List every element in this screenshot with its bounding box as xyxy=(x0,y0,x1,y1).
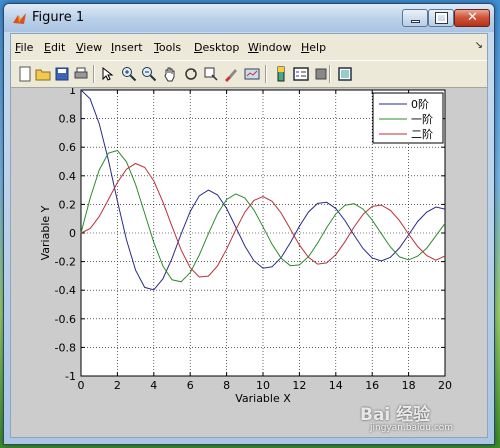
x-tick-label: 20 xyxy=(438,379,452,392)
figure-toolbar xyxy=(11,60,487,88)
y-tick-label: 0.6 xyxy=(59,141,77,154)
open-file-icon[interactable] xyxy=(35,66,51,82)
y-tick-label: 1 xyxy=(69,88,76,97)
x-tick-label: 18 xyxy=(402,379,416,392)
figure-client-area: ↘ File Edit View Insert Tools Desktop Window He… xyxy=(10,33,488,438)
y-tick-label: -0.4 xyxy=(55,284,76,297)
y-tick-label: -0.8 xyxy=(55,341,76,354)
y-axis-label: Variable Y xyxy=(39,205,52,260)
hide-plot-tools-icon[interactable] xyxy=(313,66,329,82)
menu-desktop[interactable]: Desktop xyxy=(194,41,239,54)
legend-label-1: 一阶 xyxy=(411,112,433,126)
maximize-icon xyxy=(435,12,448,24)
x-tick-label: 8 xyxy=(223,379,230,392)
show-plot-tools-icon[interactable] xyxy=(337,66,353,82)
minimize-button[interactable] xyxy=(402,9,428,27)
y-tick-label: -1 xyxy=(65,370,76,383)
data-cursor-icon[interactable] xyxy=(203,66,219,82)
legend-label-0: 0阶 xyxy=(411,97,429,111)
x-tick-label: 14 xyxy=(329,379,343,392)
y-tick-label: -0.2 xyxy=(55,256,76,269)
zoom-out-icon[interactable] xyxy=(141,66,157,82)
figure-window: Figure 1 ✕ ↘ File Edit View Insert Tools Desk… xyxy=(3,3,495,445)
menu-help[interactable]: Help xyxy=(301,41,326,54)
x-tick-label: 12 xyxy=(292,379,306,392)
toolbar-separator xyxy=(329,65,331,83)
x-tick-label: 4 xyxy=(150,379,157,392)
menu-insert[interactable]: Insert xyxy=(111,41,143,54)
maximize-button[interactable] xyxy=(428,9,454,27)
minimize-icon xyxy=(411,20,420,23)
menu-bar: ↘ File Edit View Insert Tools Desktop Window He… xyxy=(11,34,487,60)
pan-icon[interactable] xyxy=(162,66,178,82)
menu-tools[interactable]: Tools xyxy=(154,41,181,54)
watermark-logo: Bai 经验 xyxy=(360,405,431,425)
menu-file[interactable]: File xyxy=(15,41,33,54)
toolbar-separator xyxy=(265,65,267,83)
close-button[interactable]: ✕ xyxy=(454,9,490,27)
x-tick-label: 2 xyxy=(114,379,121,392)
zoom-in-icon[interactable] xyxy=(121,66,137,82)
close-icon: ✕ xyxy=(467,10,478,25)
plot-svg: 0阶、一阶、二阶第1类贝塞尔函数曲线图02468101214161820-1-0… xyxy=(39,72,452,405)
rotate-3d-icon[interactable] xyxy=(183,66,199,82)
x-tick-label: 16 xyxy=(365,379,379,392)
print-icon[interactable] xyxy=(73,66,89,82)
brush-icon[interactable] xyxy=(223,66,239,82)
link-plot-icon[interactable] xyxy=(244,66,260,82)
x-tick-label: 0 xyxy=(78,379,85,392)
window-title: Figure 1 xyxy=(32,10,85,25)
new-figure-icon[interactable] xyxy=(17,66,33,82)
dock-arrow-icon[interactable]: ↘ xyxy=(475,40,483,51)
legend-label-2: 二阶 xyxy=(411,127,433,141)
x-axis-label: Variable X xyxy=(235,392,291,405)
colorbar-icon[interactable] xyxy=(273,66,289,82)
watermark-url: jingyan.baidu.com xyxy=(370,423,454,433)
x-tick-label: 6 xyxy=(187,379,194,392)
menu-window[interactable]: Window xyxy=(248,41,291,54)
y-tick-label: 0.2 xyxy=(59,198,77,211)
x-tick-label: 10 xyxy=(256,379,270,392)
toolbar-separator xyxy=(93,65,95,83)
menu-edit[interactable]: Edit xyxy=(44,41,65,54)
figure-canvas: 0阶、一阶、二阶第1类贝塞尔函数曲线图02468101214161820-1-0… xyxy=(11,72,487,437)
y-tick-label: -0.6 xyxy=(55,313,76,326)
matlab-logo-icon xyxy=(13,13,26,24)
y-tick-label: 0.4 xyxy=(59,170,77,183)
edit-plot-icon[interactable] xyxy=(99,66,115,82)
y-tick-label: 0.8 xyxy=(59,113,77,126)
y-tick-label: 0 xyxy=(69,227,76,240)
title-bar[interactable]: Figure 1 ✕ xyxy=(4,4,494,32)
legend-icon[interactable] xyxy=(293,66,309,82)
menu-view[interactable]: View xyxy=(76,41,102,54)
save-icon[interactable] xyxy=(54,66,70,82)
